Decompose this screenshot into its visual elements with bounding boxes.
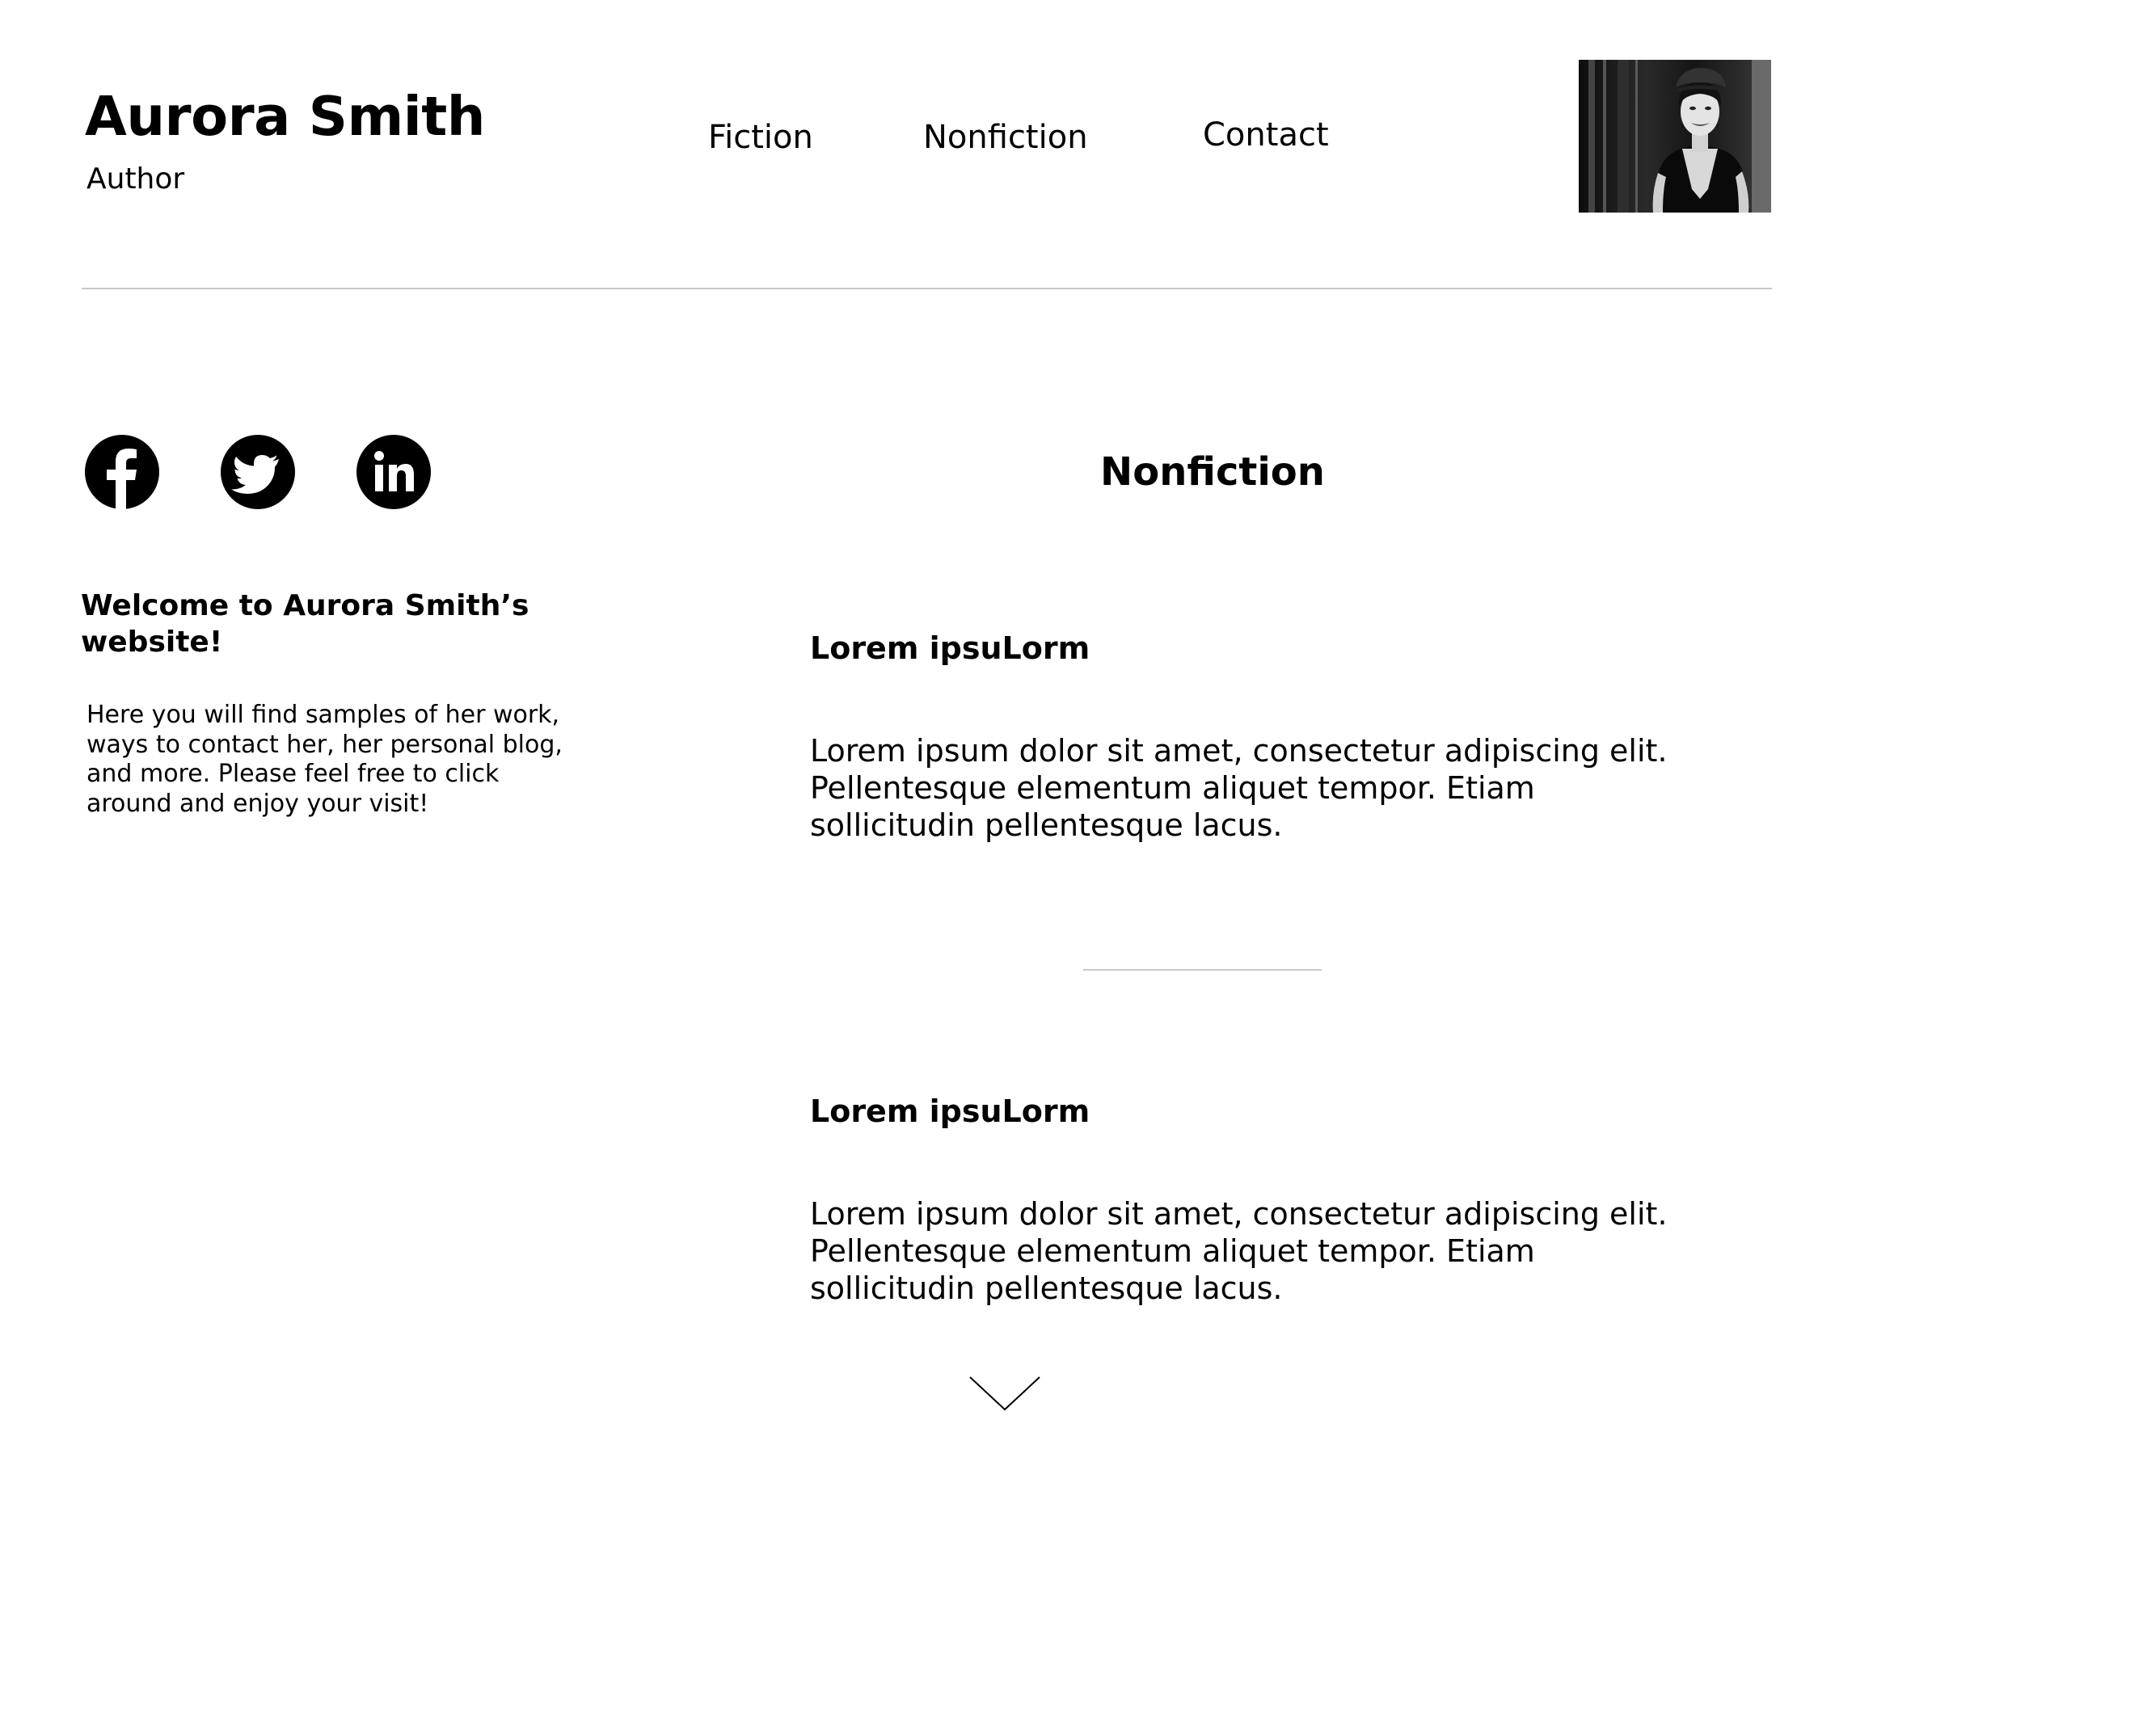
nav-link-contact[interactable]: Contact	[1203, 115, 1329, 155]
welcome-title: Welcome to Aurora Smith’s website!	[81, 589, 529, 659]
chevron-down-icon[interactable]	[968, 1374, 1041, 1414]
nav-link-nonfiction[interactable]: Nonfiction	[923, 117, 1088, 158]
author-portrait	[1579, 60, 1771, 213]
nav-link-fiction[interactable]: Fiction	[708, 117, 813, 158]
site-subtitle: Author	[86, 162, 185, 196]
article-divider	[1083, 969, 1322, 971]
article-body: Lorem ipsum dolor sit amet, consectetur …	[810, 1196, 1668, 1306]
article-title[interactable]: Lorem ipsuLorm	[810, 1093, 1699, 1130]
linkedin-icon[interactable]	[356, 435, 431, 509]
section-title: Nonfiction	[1100, 449, 1325, 495]
header-divider	[82, 288, 1772, 289]
twitter-icon[interactable]	[221, 435, 295, 509]
article-title[interactable]: Lorem ipsuLorm	[810, 630, 1699, 667]
article-body: Lorem ipsum dolor sit amet, consectetur …	[810, 733, 1668, 843]
site-title[interactable]: Aurora Smith	[85, 85, 485, 148]
facebook-icon[interactable]	[85, 435, 159, 509]
welcome-text: Here you will find samples of her work, …	[86, 701, 563, 818]
